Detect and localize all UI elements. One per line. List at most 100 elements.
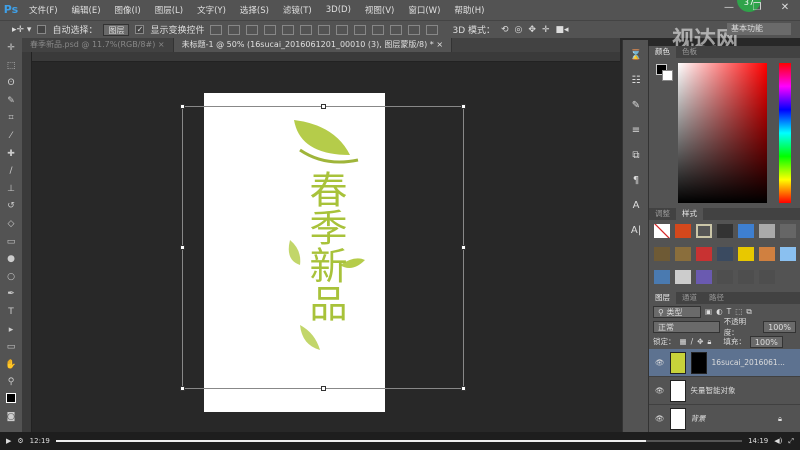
hue-slider[interactable]	[779, 63, 791, 203]
lock-position-icon[interactable]: ✥	[697, 337, 703, 346]
style-swatch[interactable]	[653, 270, 670, 284]
filter-adjust-icon[interactable]: ◐	[716, 307, 723, 316]
lasso-tool-icon[interactable]: ʘ	[4, 76, 18, 90]
style-swatch[interactable]	[737, 224, 754, 238]
quick-select-tool-icon[interactable]: ✎	[4, 94, 18, 108]
crop-tool-icon[interactable]: ⌗	[4, 111, 18, 125]
style-swatch[interactable]	[716, 247, 733, 261]
auto-select-checkbox[interactable]	[37, 25, 47, 34]
style-swatch[interactable]	[737, 247, 754, 261]
style-swatch[interactable]	[716, 270, 733, 284]
healing-tool-icon[interactable]: ✚	[4, 147, 18, 161]
style-swatch[interactable]	[758, 247, 775, 261]
layer-filter-dropdown[interactable]: ⚲ 类型	[653, 305, 701, 318]
layer-mask-thumbnail[interactable]	[690, 351, 707, 374]
marquee-tool-icon[interactable]: ⬚	[4, 59, 18, 73]
3d-camera-icon[interactable]: ■◂	[556, 25, 569, 35]
quick-mask-icon[interactable]: ◙	[4, 410, 18, 424]
opacity-input[interactable]: 100%	[763, 320, 796, 333]
style-swatch[interactable]	[674, 247, 691, 261]
3d-roll-icon[interactable]: ◎	[515, 25, 523, 35]
menu-filter[interactable]: 滤镜(T)	[276, 4, 319, 16]
progress-track[interactable]	[55, 440, 743, 442]
menu-view[interactable]: 视图(V)	[358, 4, 401, 16]
style-swatch[interactable]	[716, 224, 733, 238]
color-field[interactable]	[678, 63, 767, 203]
zoom-tool-icon[interactable]: ⚲	[4, 375, 18, 389]
move-tool-icon[interactable]: ✛	[4, 41, 18, 55]
tab-color[interactable]: 颜色	[649, 46, 676, 58]
style-swatch[interactable]	[695, 270, 712, 284]
menu-edit[interactable]: 编辑(E)	[65, 4, 108, 16]
style-swatch[interactable]	[653, 247, 670, 261]
hand-tool-icon[interactable]: ✋	[4, 358, 18, 372]
menu-image[interactable]: 图像(I)	[108, 4, 148, 16]
align-bottom-icon[interactable]	[246, 24, 259, 35]
style-swatch[interactable]	[695, 247, 712, 261]
brush-tool-icon[interactable]: /	[4, 164, 18, 178]
menu-file[interactable]: 文件(F)	[22, 4, 65, 16]
move-tool-icon[interactable]: ▸✛ ▾	[12, 25, 31, 35]
properties-panel-icon[interactable]: ☷	[629, 75, 643, 89]
filter-pixel-icon[interactable]: ▣	[705, 307, 712, 316]
align-vcenter-icon[interactable]	[228, 24, 241, 35]
menu-window[interactable]: 窗口(W)	[401, 4, 447, 16]
distribute-hcenter-icon[interactable]	[390, 24, 403, 35]
menu-select[interactable]: 选择(S)	[233, 4, 276, 16]
clone-source-icon[interactable]: ⧉	[629, 150, 643, 164]
blend-mode-dropdown[interactable]: 正常	[653, 320, 720, 333]
align-left-icon[interactable]	[264, 24, 277, 35]
eye-icon[interactable]: 👁︎	[655, 386, 665, 395]
lock-all-icon[interactable]: 🔒︎	[707, 337, 711, 347]
minimize-button[interactable]: —	[720, 2, 738, 13]
tab-untitled-1[interactable]: 未标题-1 @ 50% (16sucai_2016061201_00010 (3…	[173, 38, 453, 52]
eraser-tool-icon[interactable]: ◇	[4, 217, 18, 231]
gradient-tool-icon[interactable]: ▭	[4, 235, 18, 249]
style-swatch[interactable]	[695, 224, 712, 238]
transform-bounding-box[interactable]	[180, 104, 466, 391]
layer-row[interactable]: 👁︎ 矢量智能对象	[649, 377, 800, 405]
distribute-bottom-icon[interactable]	[354, 24, 367, 35]
restore-button[interactable]: ❐	[748, 2, 766, 13]
eye-icon[interactable]: 👁︎	[655, 414, 665, 423]
eyedropper-tool-icon[interactable]: ⁄	[4, 129, 18, 143]
style-swatch[interactable]	[674, 270, 691, 284]
style-swatch[interactable]	[653, 224, 670, 238]
character-panel-icon[interactable]: A|	[629, 225, 643, 239]
type-tool-icon[interactable]: T	[4, 305, 18, 319]
fill-input[interactable]: 100%	[749, 335, 783, 348]
volume-icon[interactable]: ◀)	[774, 437, 782, 445]
3d-orbit-icon[interactable]: ⟲	[501, 25, 509, 35]
distribute-top-icon[interactable]	[318, 24, 331, 35]
show-transform-checkbox[interactable]: ✓	[135, 25, 145, 34]
auto-select-dropdown[interactable]: 图层	[103, 23, 130, 36]
tab-layers[interactable]: 图层	[649, 292, 676, 304]
paragraph-panel-icon[interactable]: ¶	[629, 175, 643, 189]
tab-paths[interactable]: 路径	[703, 292, 730, 304]
brush-panel-icon[interactable]: ✎	[629, 100, 643, 114]
close-tab-icon[interactable]: ×	[158, 40, 165, 49]
tab-spring-new-product[interactable]: 春季新品.psd @ 11.7%(RGB/8#) ×	[22, 38, 174, 52]
path-select-tool-icon[interactable]: ▸	[4, 323, 18, 337]
menu-type[interactable]: 文字(Y)	[190, 4, 233, 16]
close-tab-icon[interactable]: ×	[436, 40, 443, 49]
distribute-right-icon[interactable]	[408, 24, 421, 35]
settings-icon[interactable]: ⚙	[17, 437, 23, 445]
style-swatch[interactable]	[674, 224, 691, 238]
stamp-tool-icon[interactable]: ⊥	[4, 182, 18, 196]
play-icon[interactable]: ▶	[6, 437, 11, 445]
character-styles-icon[interactable]: A	[629, 200, 643, 214]
style-swatch[interactable]	[758, 224, 775, 238]
tab-swatches[interactable]: 色板	[676, 46, 703, 58]
style-swatch[interactable]	[779, 224, 796, 238]
3d-slide-icon[interactable]: ✛	[542, 25, 550, 35]
layer-row-selected[interactable]: 👁︎ 16sucai_2016061...	[649, 349, 800, 377]
distribute-left-icon[interactable]	[372, 24, 385, 35]
background-color[interactable]	[662, 70, 673, 81]
shape-tool-icon[interactable]: ▭	[4, 340, 18, 354]
align-hcenter-icon[interactable]	[282, 24, 295, 35]
color-swatches-icon[interactable]	[4, 392, 18, 407]
pen-tool-icon[interactable]: ✒	[4, 287, 18, 301]
tab-channels[interactable]: 通道	[676, 292, 703, 304]
lock-paint-icon[interactable]: /	[691, 337, 694, 346]
